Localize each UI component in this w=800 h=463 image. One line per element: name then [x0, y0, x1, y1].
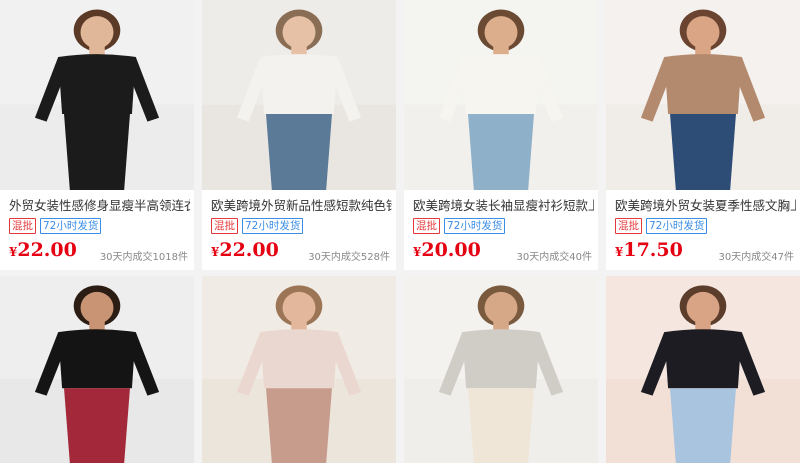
product-title[interactable]: 外贸女装性感修身显瘦半高领连衣裙 — [9, 195, 190, 214]
product-card[interactable]: 欧美跨境女装长袖显瘦衬衫短款上衣 混批 72小时发货 ¥20.00 30天内成交… — [404, 0, 598, 270]
product-image[interactable] — [404, 0, 598, 190]
product-tags: 混批 72小时发货 — [413, 218, 506, 234]
product-card[interactable]: 外贸女装性感修身显瘦半高领连衣裙 混批 72小时发货 ¥22.00 30天内成交… — [0, 0, 194, 270]
product-image[interactable] — [202, 0, 396, 190]
product-photo-illustration — [202, 0, 396, 190]
product-image[interactable] — [404, 276, 598, 463]
product-photo-illustration — [202, 276, 396, 463]
product-price: ¥22.00 — [211, 239, 279, 261]
product-photo-illustration — [606, 276, 800, 463]
product-title[interactable]: 欧美跨境外贸新品性感短款纯色针织上衣 — [211, 195, 392, 214]
product-title[interactable]: 欧美跨境外贸女装夏季性感文胸上衣 — [615, 195, 796, 214]
product-grid: 外贸女装性感修身显瘦半高领连衣裙 混批 72小时发货 ¥22.00 30天内成交… — [0, 0, 800, 463]
mixed-batch-tag: 混批 — [211, 218, 238, 234]
product-photo-illustration — [0, 0, 194, 190]
product-tags: 混批 72小时发货 — [9, 218, 102, 234]
sales-count: 30天内成交40件 — [516, 252, 592, 263]
shipping-tag: 72小时发货 — [40, 218, 102, 234]
mixed-batch-tag: 混批 — [9, 218, 36, 234]
mixed-batch-tag: 混批 — [615, 218, 642, 234]
product-image[interactable] — [202, 276, 396, 463]
shipping-tag: 72小时发货 — [242, 218, 304, 234]
product-photo-illustration — [404, 0, 598, 190]
product-tags: 混批 72小时发货 — [211, 218, 304, 234]
product-price: ¥20.00 — [413, 239, 481, 261]
product-card[interactable] — [0, 276, 194, 463]
mixed-batch-tag: 混批 — [413, 218, 440, 234]
product-title[interactable]: 欧美跨境女装长袖显瘦衬衫短款上衣 — [413, 195, 594, 214]
sales-count: 30天内成交528件 — [308, 252, 390, 263]
product-photo-illustration — [606, 0, 800, 190]
product-image[interactable] — [606, 0, 800, 190]
product-image[interactable] — [0, 276, 194, 463]
product-price: ¥22.00 — [9, 239, 77, 261]
product-price: ¥17.50 — [615, 239, 683, 261]
product-tags: 混批 72小时发货 — [615, 218, 708, 234]
product-card[interactable]: 欧美跨境外贸新品性感短款纯色针织上衣 混批 72小时发货 ¥22.00 30天内… — [202, 0, 396, 270]
product-photo-illustration — [404, 276, 598, 463]
shipping-tag: 72小时发货 — [444, 218, 506, 234]
shipping-tag: 72小时发货 — [646, 218, 708, 234]
product-card[interactable] — [404, 276, 598, 463]
product-photo-illustration — [0, 276, 194, 463]
product-card[interactable] — [202, 276, 396, 463]
sales-count: 30天内成交1018件 — [99, 252, 188, 263]
product-image[interactable] — [606, 276, 800, 463]
product-image[interactable] — [0, 0, 194, 190]
product-card[interactable]: 欧美跨境外贸女装夏季性感文胸上衣 混批 72小时发货 ¥17.50 30天内成交… — [606, 0, 800, 270]
sales-count: 30天内成交47件 — [718, 252, 794, 263]
product-card[interactable] — [606, 276, 800, 463]
